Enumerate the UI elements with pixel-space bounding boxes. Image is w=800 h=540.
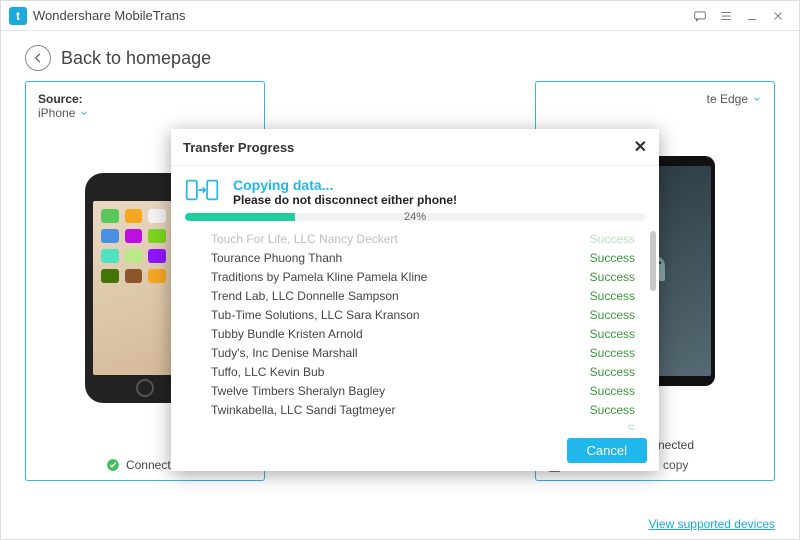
list-item-status: Success: [590, 270, 635, 284]
list-item-label: Traditions by Pamela Kline Pamela Kline: [211, 270, 427, 284]
copy-phones-icon: [185, 176, 219, 207]
list-item-status: Success: [590, 365, 635, 379]
list-item-status: Success: [590, 289, 635, 303]
main-content: Back to homepage Source: iPhone: [1, 31, 799, 539]
list-item-label: Tuffo, LLC Kevin Bub: [211, 365, 324, 379]
warning-label: Please do not disconnect either phone!: [233, 193, 457, 207]
list-item-label: Touch For Life, LLC Nancy Deckert: [211, 232, 398, 246]
progress-percent: 24%: [404, 211, 426, 223]
list-item: Tudy's, Inc Denise Marshall Success: [211, 343, 653, 362]
back-to-homepage[interactable]: Back to homepage: [25, 45, 775, 71]
list-item: Tuffo, LLC Kevin Bub Success: [211, 362, 653, 381]
app-logo-icon: t: [9, 7, 27, 25]
feedback-icon[interactable]: [687, 3, 713, 29]
transfer-progress-dialog: Transfer Progress ✕ Copying data... Plea…: [171, 129, 659, 471]
list-item: Traditions by Pamela Kline Pamela Kline S…: [211, 267, 653, 286]
list-item-label: Trend Lab, LLC Donnelle Sampson: [211, 289, 399, 303]
close-icon[interactable]: [765, 3, 791, 29]
list-item: Twinkabella, LLC Sandi Tagtmeyer Success: [211, 400, 653, 419]
list-item-label: Tudy's, Inc Denise Marshall: [211, 346, 358, 360]
list-item: Tubby Bundle Kristen Arnold Success: [211, 324, 653, 343]
app-title: Wondershare MobileTrans: [33, 8, 185, 23]
list-item: Trend Lab, LLC Donnelle Sampson Success: [211, 286, 653, 305]
list-item-status: Success: [590, 327, 635, 341]
back-label: Back to homepage: [61, 48, 211, 69]
transfer-list: Touch For Life, LLC Nancy Deckert Success…: [171, 225, 659, 430]
dialog-title: Transfer Progress: [183, 140, 294, 155]
check-icon: [106, 458, 120, 472]
titlebar: t Wondershare MobileTrans: [1, 1, 799, 31]
list-item-status: Success: [590, 384, 635, 398]
source-device-select[interactable]: iPhone: [38, 106, 89, 120]
list-item-status: Success: [590, 403, 635, 417]
cancel-button[interactable]: Cancel: [567, 438, 647, 463]
list-item: S: [211, 419, 653, 430]
back-arrow-icon: [25, 45, 51, 71]
list-item-label: Twinkabella, LLC Sandi Tagtmeyer: [211, 403, 396, 417]
list-item: Touch For Life, LLC Nancy Deckert Success: [211, 229, 653, 248]
dialog-close-icon[interactable]: ✕: [634, 137, 647, 157]
minimize-icon[interactable]: [739, 3, 765, 29]
list-item: Tourance Phuong Thanh Success: [211, 248, 653, 267]
list-item-status: Success: [590, 308, 635, 322]
view-supported-devices-link[interactable]: View supported devices: [648, 517, 775, 531]
list-item-status: Success: [590, 251, 635, 265]
progress-fill: [185, 213, 295, 221]
list-item-status: Success: [590, 346, 635, 360]
list-item-label: Twelve Timbers Sheralyn Bagley: [211, 384, 385, 398]
list-item: Twelve Timbers Sheralyn Bagley Success: [211, 381, 653, 400]
list-item-label: Tourance Phuong Thanh: [211, 251, 342, 265]
source-label: Source:: [38, 92, 83, 106]
list-item-label: Tubby Bundle Kristen Arnold: [211, 327, 363, 341]
destination-device-select[interactable]: te Edge: [707, 92, 762, 106]
copying-label: Copying data...: [233, 177, 457, 193]
list-item: Tub-Time Solutions, LLC Sara Kranson Succ…: [211, 305, 653, 324]
list-item-status: Success: [590, 232, 635, 246]
list-item-label: Tub-Time Solutions, LLC Sara Kranson: [211, 308, 420, 322]
menu-icon[interactable]: [713, 3, 739, 29]
